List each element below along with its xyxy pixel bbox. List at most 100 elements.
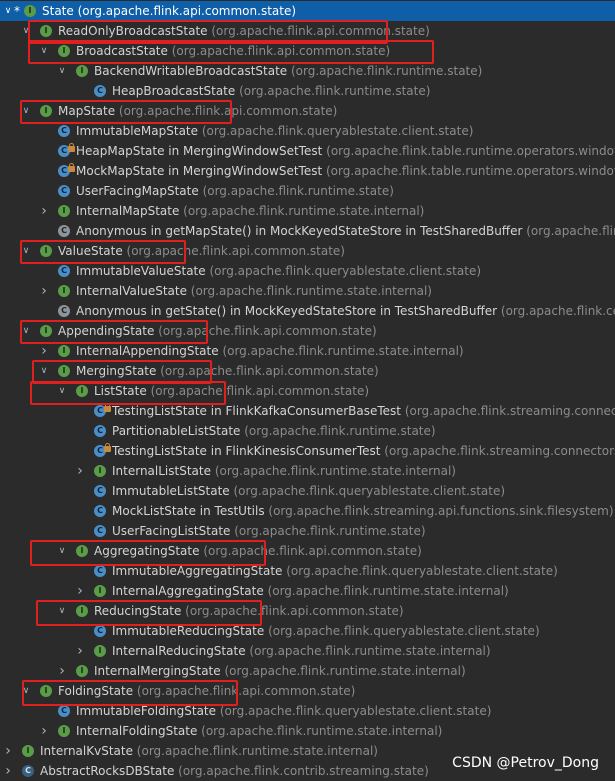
- tree-node[interactable]: › I InternalAggregatingState (org.apache.f…: [0, 581, 615, 601]
- tree-node[interactable]: C MockMapState in MergingWindowSetTest (o…: [0, 161, 615, 181]
- chevron-right-icon[interactable]: ›: [74, 581, 86, 601]
- class-icon: C: [94, 525, 106, 537]
- tree-node[interactable]: ∨ I FoldingState (org.apache.flink.api.com…: [0, 681, 615, 701]
- tree-node[interactable]: C ImmutableListState (org.apache.flink.qu…: [0, 481, 615, 501]
- chevron-right-icon[interactable]: ›: [38, 201, 50, 221]
- package-name: (org.apache.flink.queryablestate.client.…: [264, 624, 540, 638]
- tree-node[interactable]: C ImmutableValueState (org.apache.flink.q…: [0, 261, 615, 281]
- chevron-down-icon[interactable]: ∨: [2, 1, 14, 21]
- tree-node-label: InternalValueState (org.apache.flink.run…: [76, 281, 432, 301]
- tree-node-label: Anonymous in getMapState() in MockKeyedS…: [76, 221, 615, 241]
- package-name: (org.apache.flink.streaming.connect: [401, 404, 615, 418]
- tree-node[interactable]: › I InternalListState (org.apache.flink.ru…: [0, 461, 615, 481]
- chevron-down-icon[interactable]: ∨: [20, 101, 32, 121]
- tree-node[interactable]: C Anonymous in getMapState() in MockKeyed…: [0, 221, 615, 241]
- interface-icon: I: [76, 665, 88, 677]
- tree-node[interactable]: › I InternalFoldingState (org.apache.flink…: [0, 721, 615, 741]
- chevron-down-icon[interactable]: ∨: [20, 681, 32, 701]
- tree-node-label: ImmutableValueState (org.apache.flink.qu…: [76, 261, 481, 281]
- tree-node-label: ImmutableListState (org.apache.flink.que…: [112, 481, 505, 501]
- tree-node[interactable]: C UserFacingListState (org.apache.flink.r…: [0, 521, 615, 541]
- tree-node-label: ReadOnlyBroadcastState (org.apache.flink…: [58, 21, 430, 41]
- interface-icon: I: [58, 345, 70, 357]
- tree-node[interactable]: ∨ I ReadOnlyBroadcastState (org.apache.fli…: [0, 21, 615, 41]
- tree-node[interactable]: ∨ I BroadcastState (org.apache.flink.api.c…: [0, 41, 615, 61]
- tree-node[interactable]: ∨ I MergingState (org.apache.flink.api.com…: [0, 361, 615, 381]
- type-name: ImmutableFoldingState: [76, 704, 217, 718]
- tree-node[interactable]: C ImmutableMapState (org.apache.flink.que…: [0, 121, 615, 141]
- chevron-down-icon[interactable]: ∨: [56, 601, 68, 621]
- type-name: HeapMapState in MergingWindowSetTest: [76, 144, 323, 158]
- tree-node[interactable]: ∨ I BackendWritableBroadcastState (org.apa…: [0, 61, 615, 81]
- chevron-right-icon[interactable]: ›: [2, 741, 14, 761]
- tree-node-label: ListState (org.apache.flink.api.common.s…: [94, 381, 369, 401]
- tree-node[interactable]: ∨ I AggregatingState (org.apache.flink.api…: [0, 541, 615, 561]
- type-name: InternalAppendingState: [76, 344, 219, 358]
- type-name: ReadOnlyBroadcastState: [58, 24, 208, 38]
- tree-node[interactable]: ∨ * I State (org.apache.flink.api.common.st…: [0, 1, 615, 21]
- chevron-right-icon[interactable]: ›: [38, 281, 50, 301]
- type-name: ListState: [94, 384, 147, 398]
- package-name: (org.apache.flink.runtime.state): [240, 424, 436, 438]
- tree-node[interactable]: › C AbstractRocksDBState (org.apache.flink…: [0, 761, 615, 781]
- class-icon: C: [94, 505, 106, 517]
- tree-node[interactable]: C UserFacingMapState (org.apache.flink.ru…: [0, 181, 615, 201]
- tree-node[interactable]: ∨ I ReducingState (org.apache.flink.api.co…: [0, 601, 615, 621]
- tree-node[interactable]: › I InternalAppendingState (org.apache.fli…: [0, 341, 615, 361]
- type-name: ImmutableListState: [112, 484, 230, 498]
- chevron-down-icon[interactable]: ∨: [20, 321, 32, 341]
- chevron-down-icon[interactable]: ∨: [20, 241, 32, 261]
- tree-node-label: FoldingState (org.apache.flink.api.commo…: [58, 681, 355, 701]
- tree-node[interactable]: ∨ I ValueState (org.apache.flink.api.commo…: [0, 241, 615, 261]
- type-name: PartitionableListState: [112, 424, 241, 438]
- package-name: (org.apache.flink.ce: [497, 304, 615, 318]
- tree-node[interactable]: › I InternalMergingState (org.apache.flink…: [0, 661, 615, 681]
- chevron-down-icon[interactable]: ∨: [56, 541, 68, 561]
- package-name: (org.apache.flink.queryablestate.client.…: [198, 124, 474, 138]
- chevron-down-icon[interactable]: ∨: [38, 361, 50, 381]
- tree-node[interactable]: C TestingListState in FlinkKinesisConsume…: [0, 441, 615, 461]
- tree-node[interactable]: › I InternalKvState (org.apache.flink.runt…: [0, 741, 615, 761]
- tree-node-label: MergingState (org.apache.flink.api.commo…: [76, 361, 379, 381]
- tree-node-label: BroadcastState (org.apache.flink.api.com…: [76, 41, 390, 61]
- tree-node[interactable]: C ImmutableFoldingState (org.apache.flink…: [0, 701, 615, 721]
- chevron-right-icon[interactable]: ›: [56, 661, 68, 681]
- class-icon: C: [94, 85, 106, 97]
- chevron-down-icon[interactable]: ∨: [20, 21, 32, 41]
- tree-node[interactable]: C HeapBroadcastState (org.apache.flink.ru…: [0, 81, 615, 101]
- type-name: MergingState: [76, 364, 157, 378]
- tree-node[interactable]: ∨ I ListState (org.apache.flink.api.common…: [0, 381, 615, 401]
- chevron-down-icon[interactable]: ∨: [56, 381, 68, 401]
- chevron-down-icon[interactable]: ∨: [38, 41, 50, 61]
- tree-node[interactable]: C ImmutableReducingState (org.apache.flin…: [0, 621, 615, 641]
- tree-node[interactable]: C PartitionableListState (org.apache.flin…: [0, 421, 615, 441]
- type-name: ImmutableReducingState: [112, 624, 265, 638]
- interface-icon: I: [40, 685, 52, 697]
- class-icon: C: [58, 265, 70, 277]
- type-name: ValueState: [58, 244, 123, 258]
- package-name: (org.apache.flink.runtime.state.internal…: [245, 644, 491, 658]
- tree-node[interactable]: › I InternalMapState (org.apache.flink.run…: [0, 201, 615, 221]
- package-name: (org.apache.flink.runtime.state): [230, 524, 426, 538]
- tree-node[interactable]: C Anonymous in getState() in MockKeyedSta…: [0, 301, 615, 321]
- package-name: (org.apache.flink.api.common.state): [122, 244, 345, 258]
- type-name: TestingListState in FlinkKinesisConsumer…: [112, 444, 381, 458]
- chevron-down-icon[interactable]: ∨: [56, 61, 68, 81]
- tree-node[interactable]: C TestingListState in FlinkKafkaConsumerB…: [0, 401, 615, 421]
- chevron-right-icon[interactable]: ›: [38, 721, 50, 741]
- tree-node[interactable]: ∨ I MapState (org.apache.flink.api.common.…: [0, 101, 615, 121]
- chevron-right-icon[interactable]: ›: [74, 461, 86, 481]
- tree-node[interactable]: C MockListState in TestUtils (org.apache.…: [0, 501, 615, 521]
- type-name: UserFacingListState: [112, 524, 231, 538]
- tree-node[interactable]: › I InternalValueState (org.apache.flink.r…: [0, 281, 615, 301]
- chevron-right-icon[interactable]: ›: [38, 341, 50, 361]
- tree-node[interactable]: C HeapMapState in MergingWindowSetTest (o…: [0, 141, 615, 161]
- type-name: ReducingState: [94, 604, 182, 618]
- chevron-right-icon[interactable]: ›: [74, 641, 86, 661]
- tree-node[interactable]: ∨ I AppendingState (org.apache.flink.api.c…: [0, 321, 615, 341]
- type-name: MapState: [58, 104, 116, 118]
- chevron-right-icon[interactable]: ›: [2, 761, 14, 781]
- tree-node[interactable]: C ImmutableAggregatingState (org.apache.f…: [0, 561, 615, 581]
- tree-node[interactable]: › I InternalReducingState (org.apache.flin…: [0, 641, 615, 661]
- tree-node-label: MapState (org.apache.flink.api.common.st…: [58, 101, 337, 121]
